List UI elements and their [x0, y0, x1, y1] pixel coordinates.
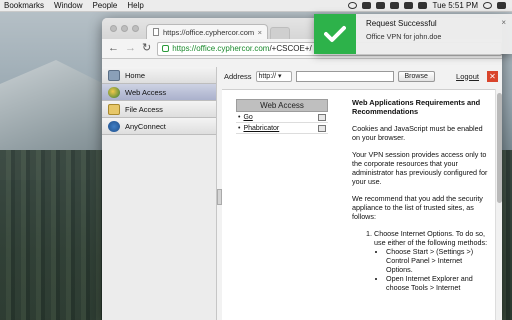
status-icon[interactable] [348, 2, 358, 9]
vpn-main-panel: Address http:// ▾ Browse Logout ✕ Web Ac… [222, 67, 502, 320]
protocol-select[interactable]: http:// ▾ [255, 70, 292, 82]
back-arrow-icon[interactable]: ← [108, 43, 119, 54]
popup-window-icon[interactable] [318, 113, 326, 121]
list-item: • Go [236, 112, 328, 123]
close-icon[interactable]: ✕ [487, 70, 498, 82]
nav-item-label: File Access [125, 104, 163, 114]
close-window-button[interactable] [110, 25, 117, 32]
notification-text: Request Successful Office VPN for john.d… [356, 14, 512, 54]
help-bullet: Open Internet Explorer and choose Tools … [386, 274, 490, 292]
address-row: Address http:// ▾ Browse Logout ✕ [222, 67, 502, 85]
bookmark-link-phabricator[interactable]: Phabricator [243, 125, 279, 132]
shield-icon[interactable] [376, 2, 386, 9]
globe-icon [108, 86, 120, 98]
protocol-value: http:// [258, 72, 277, 80]
window-controls [110, 25, 139, 32]
menubar-status-area: Tue 5:51 PM [348, 1, 512, 10]
notification-title: Request Successful [366, 19, 437, 28]
web-access-bookmarks: Web Access • Go • Phabricator [236, 99, 328, 134]
bluetooth-icon[interactable] [390, 2, 400, 9]
checkmark-icon [314, 14, 356, 54]
help-bullets: Choose Start > (Settings >) Control Pane… [374, 247, 490, 292]
menubar-clock[interactable]: Tue 5:51 PM [432, 1, 478, 10]
web-access-page: Web Access • Go • Phabricator Web Applic… [222, 89, 502, 320]
notification-banner[interactable]: Request Successful Office VPN for john.d… [314, 14, 512, 54]
address-label: Address [224, 71, 252, 81]
browser-tab[interactable]: https://office.cyphercor.com × [146, 24, 268, 39]
menu-help[interactable]: Help [127, 1, 143, 10]
logout-link[interactable]: Logout [456, 72, 479, 81]
url-path: /+CSCOE+/ [269, 44, 312, 53]
notification-close-icon[interactable]: × [501, 18, 506, 27]
search-icon[interactable] [483, 2, 492, 9]
nav-item-label: AnyConnect [125, 121, 166, 131]
menu-window[interactable]: Window [54, 1, 82, 10]
reload-icon[interactable]: ↻ [142, 43, 151, 54]
nav-item-label: Home [125, 70, 146, 80]
wifi-icon[interactable] [404, 2, 414, 9]
battery-icon[interactable] [418, 2, 428, 9]
forward-arrow-icon[interactable]: → [125, 43, 136, 54]
web-access-header: Web Access [236, 99, 328, 112]
tab-title: https://office.cyphercor.com [163, 27, 255, 37]
nav-item-file-access[interactable]: File Access [102, 101, 216, 118]
bookmark-link-go[interactable]: Go [243, 114, 252, 121]
help-text: Web Applications Requirements and Recomm… [352, 98, 490, 292]
tab-close-icon[interactable]: × [258, 28, 262, 37]
nav-item-label: Web Access [125, 87, 167, 97]
browser-window: https://office.cyphercor.com × ← → ↻ htt… [102, 18, 502, 320]
home-icon [108, 69, 120, 81]
vpn-left-nav: Home Web Access File Access AnyConnect [102, 67, 217, 320]
help-bullet: Choose Start > (Settings >) Control Pane… [386, 247, 490, 274]
anyconnect-icon [108, 120, 120, 132]
help-steps: Choose Internet Options. To do so, use e… [352, 229, 490, 292]
page-scrollbar[interactable] [495, 89, 502, 320]
page-content: Home Web Access File Access AnyConnect A… [102, 59, 502, 320]
help-step: Choose Internet Options. To do so, use e… [374, 229, 490, 292]
menu-people[interactable]: People [92, 1, 117, 10]
scrollbar-thumb[interactable] [497, 93, 502, 203]
list-item: • Phabricator [236, 123, 328, 134]
folder-icon [108, 103, 120, 115]
help-paragraph: Cookies and JavaScript must be enabled o… [352, 124, 483, 142]
minimize-window-button[interactable] [121, 25, 128, 32]
notification-body: Office VPN for john.doe [366, 32, 442, 41]
lock-icon [162, 45, 170, 52]
popup-window-icon[interactable] [318, 124, 326, 132]
dropbox-icon[interactable] [362, 2, 372, 9]
zoom-window-button[interactable] [132, 25, 139, 32]
nav-item-anyconnect[interactable]: AnyConnect [102, 118, 216, 135]
new-tab-button[interactable] [270, 27, 290, 39]
page-icon [153, 28, 159, 36]
help-paragraph: Your VPN session provides access only to… [352, 150, 488, 186]
address-input[interactable] [295, 70, 394, 82]
nav-item-home[interactable]: Home [102, 67, 216, 84]
help-paragraph: We recommend that you add the security a… [352, 194, 483, 221]
nav-item-web-access[interactable]: Web Access [102, 84, 216, 101]
url-secure-part: https://office.cyphercor.com [172, 44, 270, 53]
help-title: Web Applications Requirements and Recomm… [352, 98, 481, 116]
notification-center-icon[interactable] [497, 2, 506, 9]
menubar: Bookmarks Window People Help Tue 5:51 PM [0, 0, 512, 12]
browse-button[interactable]: Browse [397, 70, 435, 82]
menu-bookmarks[interactable]: Bookmarks [4, 1, 44, 10]
